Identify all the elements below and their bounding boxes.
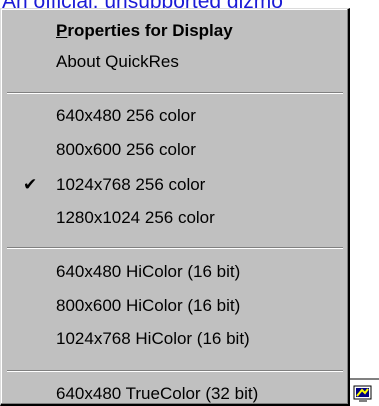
menu-item-1024x768-256-color[interactable]: 1024x768 256 color — [56, 175, 205, 195]
screen: An official, unsupported gizmo Propertie… — [0, 0, 379, 406]
menu-item-properties-for-display[interactable]: Properties for Display — [56, 21, 233, 41]
menu-item-640x480-256-color[interactable]: 640x480 256 color — [56, 106, 196, 126]
checkmark-icon: ✔ — [23, 175, 38, 194]
menu-separator — [7, 370, 343, 372]
display-settings-icon[interactable] — [353, 384, 373, 404]
taskbar-edge — [350, 378, 379, 380]
menu-item-640x480-hicolor[interactable]: 640x480 HiColor (16 bit) — [56, 262, 240, 282]
menu-item-label: roperties for Display — [67, 21, 233, 40]
menu-item-1280x1024-256-color[interactable]: 1280x1024 256 color — [56, 208, 215, 228]
quickres-context-menu: Properties for Display About QuickRes 64… — [0, 8, 350, 406]
menu-item-640x480-truecolor[interactable]: 640x480 TrueColor (32 bit) — [56, 384, 258, 404]
menu-item-accelerator: P — [56, 21, 68, 40]
menu-item-800x600-256-color[interactable]: 800x600 256 color — [56, 140, 196, 160]
menu-item-1024x768-hicolor[interactable]: 1024x768 HiColor (16 bit) — [56, 329, 250, 349]
menu-item-about-quickres[interactable]: About QuickRes — [56, 52, 179, 72]
menu-separator — [7, 247, 343, 249]
menu-separator — [7, 92, 343, 94]
menu-item-800x600-hicolor[interactable]: 800x600 HiColor (16 bit) — [56, 296, 240, 316]
